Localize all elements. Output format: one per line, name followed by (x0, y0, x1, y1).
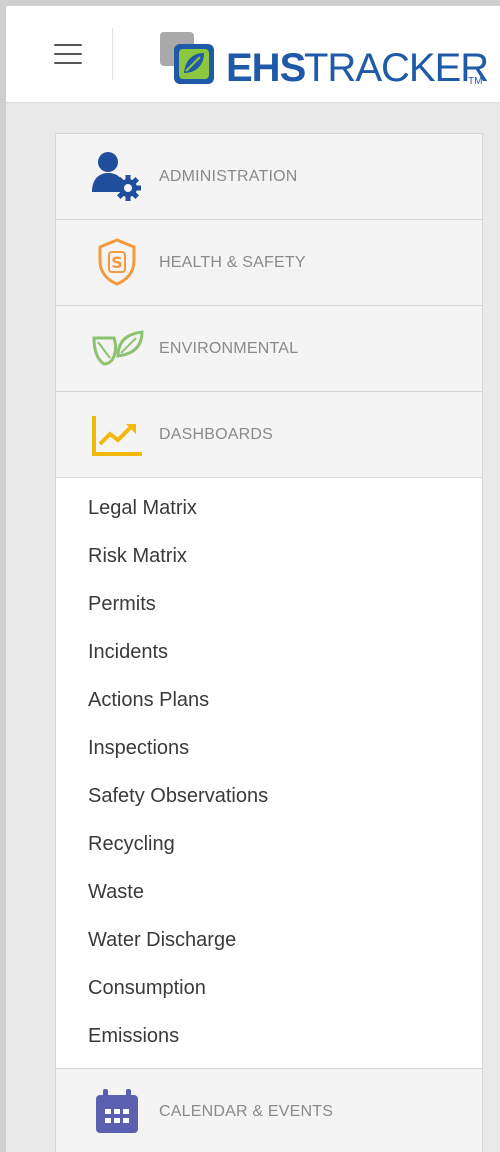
section-calendar-events[interactable]: CALENDAR & EVENTS (56, 1069, 482, 1152)
section-environmental[interactable]: ENVIRONMENTAL (56, 306, 482, 392)
submenu-item-consumption[interactable]: Consumption (56, 964, 482, 1012)
section-label: CALENDAR & EVENTS (159, 1103, 334, 1120)
admin-user-gear-icon (92, 152, 141, 201)
dashboard-submenu: Legal Matrix Risk Matrix Permits Inciden… (56, 478, 482, 1069)
logo-trademark: TM (468, 76, 483, 87)
trend-chart-icon (92, 416, 142, 456)
section-label: DASHBOARDS (159, 426, 274, 443)
submenu-item-inspections[interactable]: Inspections (56, 724, 482, 772)
hamburger-menu-icon[interactable] (54, 44, 82, 66)
logo-text-bold: EHS (226, 46, 306, 90)
submenu-item-safety-observations[interactable]: Safety Observations (56, 772, 482, 820)
leaves-icon (92, 330, 144, 366)
submenu-item-permits[interactable]: Permits (56, 580, 482, 628)
submenu-item-risk-matrix[interactable]: Risk Matrix (56, 532, 482, 580)
section-label: ADMINISTRATION (159, 168, 298, 185)
section-dashboards[interactable]: DASHBOARDS (56, 392, 482, 478)
top-bar: EHS TRACKER TM (6, 6, 500, 103)
submenu-item-legal-matrix[interactable]: Legal Matrix (56, 484, 482, 532)
logo-leaf-icon (160, 32, 214, 84)
section-administration[interactable]: ADMINISTRATION (56, 134, 482, 220)
calendar-icon (96, 1089, 138, 1133)
header-divider (112, 28, 113, 80)
section-label: ENVIRONMENTAL (159, 340, 299, 357)
side-menu: ADMINISTRATION S HEALTH & SAFETY ENVIRON… (55, 133, 483, 1152)
section-label: HEALTH & SAFETY (159, 254, 306, 271)
svg-text:S: S (111, 253, 123, 272)
section-health-safety[interactable]: S HEALTH & SAFETY (56, 220, 482, 306)
submenu-item-waste[interactable]: Waste (56, 868, 482, 916)
submenu-item-action-plans[interactable]: Actions Plans (56, 676, 482, 724)
submenu-item-emissions[interactable]: Emissions (56, 1012, 482, 1060)
submenu-item-incidents[interactable]: Incidents (56, 628, 482, 676)
shield-s-icon: S (98, 238, 136, 286)
submenu-item-water-discharge[interactable]: Water Discharge (56, 916, 482, 964)
submenu-item-recycling[interactable]: Recycling (56, 820, 482, 868)
logo-text-light: TRACKER (304, 46, 489, 90)
ehs-tracker-logo[interactable]: EHS TRACKER TM (158, 28, 500, 90)
app-frame: EHS TRACKER TM ADMINISTRATION S HEALTH &… (6, 6, 500, 1152)
